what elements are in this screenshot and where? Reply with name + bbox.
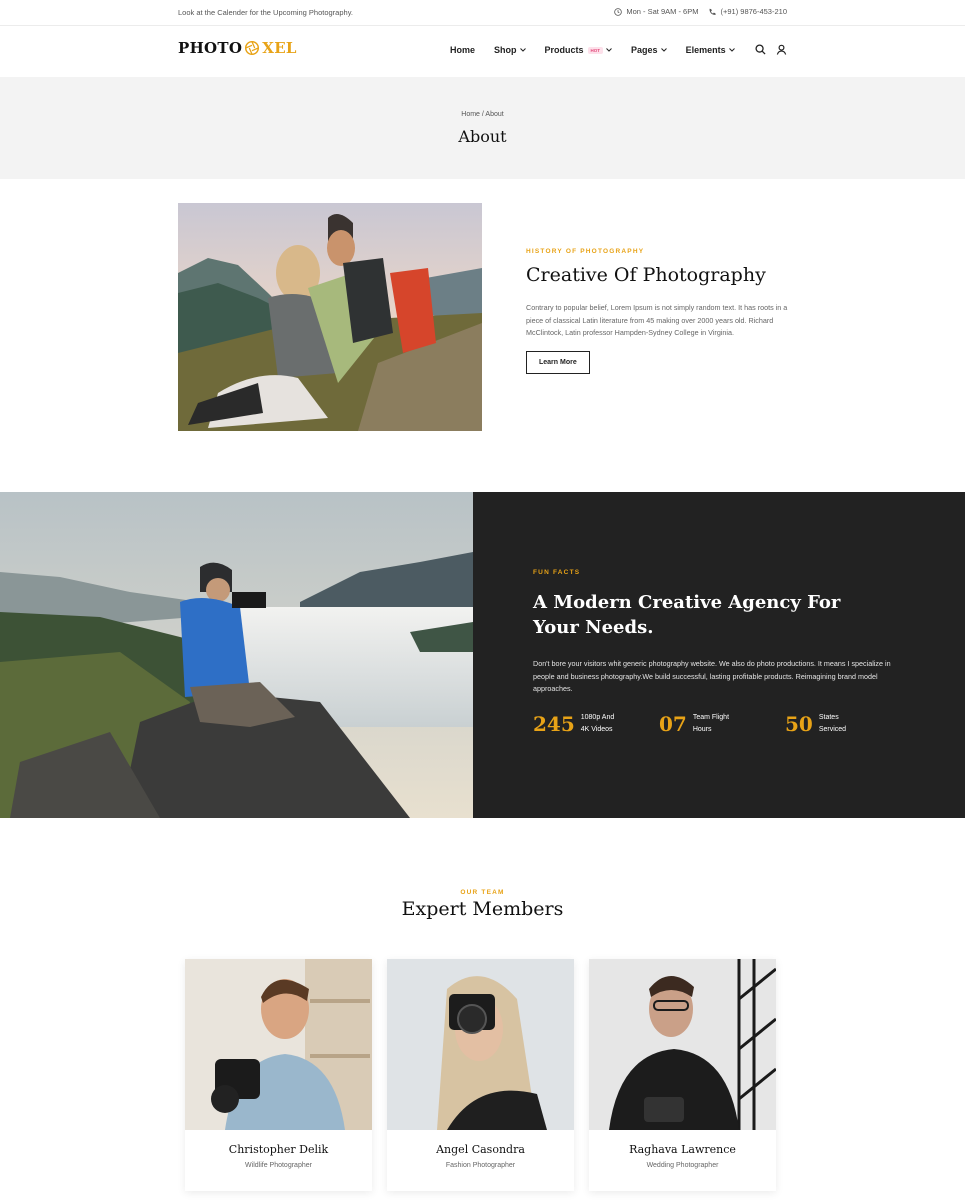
clock-icon — [614, 7, 623, 16]
stat-label: States Serviced — [818, 714, 847, 733]
nav-elements-label: Elements — [685, 45, 726, 55]
logo-text-part1: PHOTO — [178, 39, 243, 57]
about-text-block: HISTORY OF PHOTOGRAPHY Creative Of Photo… — [526, 248, 788, 374]
member-photo — [185, 959, 372, 1130]
topbar-hours: Mon - Sat 9AM - 6PM — [614, 7, 698, 16]
member-role: Wedding Photographer — [646, 1162, 719, 1169]
member-name: Raghava Lawrence — [629, 1143, 736, 1156]
about-body: Contrary to popular belief, Lorem Ipsum … — [526, 303, 788, 337]
member-photo — [589, 959, 776, 1130]
member-name: Christopher Delik — [228, 1143, 329, 1156]
nav-shop[interactable]: Shop — [494, 45, 526, 55]
stat-item: 07 Team Flight Hours — [659, 712, 785, 736]
stat-label: Team Flight Hours — [692, 714, 730, 733]
about-hikers-photo — [178, 203, 482, 431]
learn-more-button[interactable]: Learn More — [526, 350, 590, 374]
member-role: Fashion Photographer — [445, 1162, 516, 1169]
site-logo[interactable]: PHOTO XEL — [178, 39, 297, 57]
nav-products[interactable]: Products HOT — [545, 45, 613, 55]
fun-facts-body: Don't bore your visitors whit generic ph… — [533, 659, 891, 693]
top-bar: Look at the Calender for the Upcoming Ph… — [0, 0, 965, 26]
phone-text: (+91) 9876-453-210 — [720, 7, 787, 16]
hours-text: Mon - Sat 9AM - 6PM — [626, 7, 699, 16]
team-card[interactable]: Angel Casondra Fashion Photographer — [387, 959, 574, 1191]
topbar-message: Look at the Calender for the Upcoming Ph… — [178, 8, 353, 17]
team-cards: Christopher Delik Wildlife Photographer … — [185, 959, 776, 1191]
stat-label: 1080p And 4K Videos — [580, 714, 615, 733]
fun-facts-eyebrow: FUN FACTS — [533, 569, 581, 576]
team-card[interactable]: Raghava Lawrence Wedding Photographer — [589, 959, 776, 1191]
nav-products-label: Products — [544, 45, 584, 55]
topbar-contact: Mon - Sat 9AM - 6PM (+91) 9876-453-210 — [614, 7, 787, 16]
nav-pages-label: Pages — [631, 45, 658, 55]
phone-icon — [710, 8, 717, 15]
chevron-down-icon — [728, 48, 735, 52]
nav-elements[interactable]: Elements — [686, 45, 735, 55]
team-eyebrow-wrap: OUR TEAM — [0, 881, 965, 899]
breadcrumb: Home / About — [461, 111, 504, 118]
about-heading: Creative Of Photography — [526, 264, 766, 286]
header-icons — [755, 44, 787, 55]
camera-aperture-logo-icon — [245, 40, 260, 56]
about-eyebrow: HISTORY OF PHOTOGRAPHY — [526, 248, 645, 255]
nav-pages[interactable]: Pages — [631, 45, 667, 55]
nav-home-label: Home — [450, 45, 476, 55]
fun-facts-panel: FUN FACTS A Modern Creative Agency For Y… — [473, 492, 965, 818]
stat-number: 50 — [785, 712, 813, 736]
stat-item: 245 1080p And 4K Videos — [533, 712, 659, 736]
hot-badge: HOT — [587, 46, 604, 54]
member-role: Wildlife Photographer — [245, 1162, 312, 1169]
nav-shop-label: Shop — [494, 45, 517, 55]
chevron-down-icon — [606, 48, 612, 52]
chevron-down-icon — [519, 48, 526, 52]
stat-item: 50 States Serviced — [785, 712, 911, 736]
main-nav: Home Shop Products HOT Pages Elements — [450, 45, 754, 55]
chevron-down-icon — [660, 48, 667, 52]
page-title-band: Home / About About — [0, 77, 965, 179]
fun-facts-heading: A Modern Creative Agency For Your Needs. — [533, 592, 841, 638]
stat-number: 245 — [533, 712, 575, 736]
nav-home[interactable]: Home — [450, 45, 475, 55]
page-title: About — [458, 127, 507, 146]
team-heading: Expert Members — [401, 898, 564, 920]
site-header: PHOTO XEL Home Shop Products HOT Pages E… — [0, 26, 965, 77]
topbar-phone[interactable]: (+91) 9876-453-210 — [708, 7, 787, 16]
search-icon[interactable] — [755, 44, 766, 55]
photographer-mountain-photo — [0, 492, 473, 818]
member-name: Angel Casondra — [436, 1143, 525, 1156]
stat-number: 07 — [659, 712, 687, 736]
user-account-icon[interactable] — [776, 44, 787, 55]
team-eyebrow: OUR TEAM — [460, 889, 505, 896]
stats-row: 245 1080p And 4K Videos 07 Team Flight H… — [533, 712, 911, 736]
team-card[interactable]: Christopher Delik Wildlife Photographer — [185, 959, 372, 1191]
member-photo — [387, 959, 574, 1130]
logo-text-part2: XEL — [262, 39, 297, 57]
